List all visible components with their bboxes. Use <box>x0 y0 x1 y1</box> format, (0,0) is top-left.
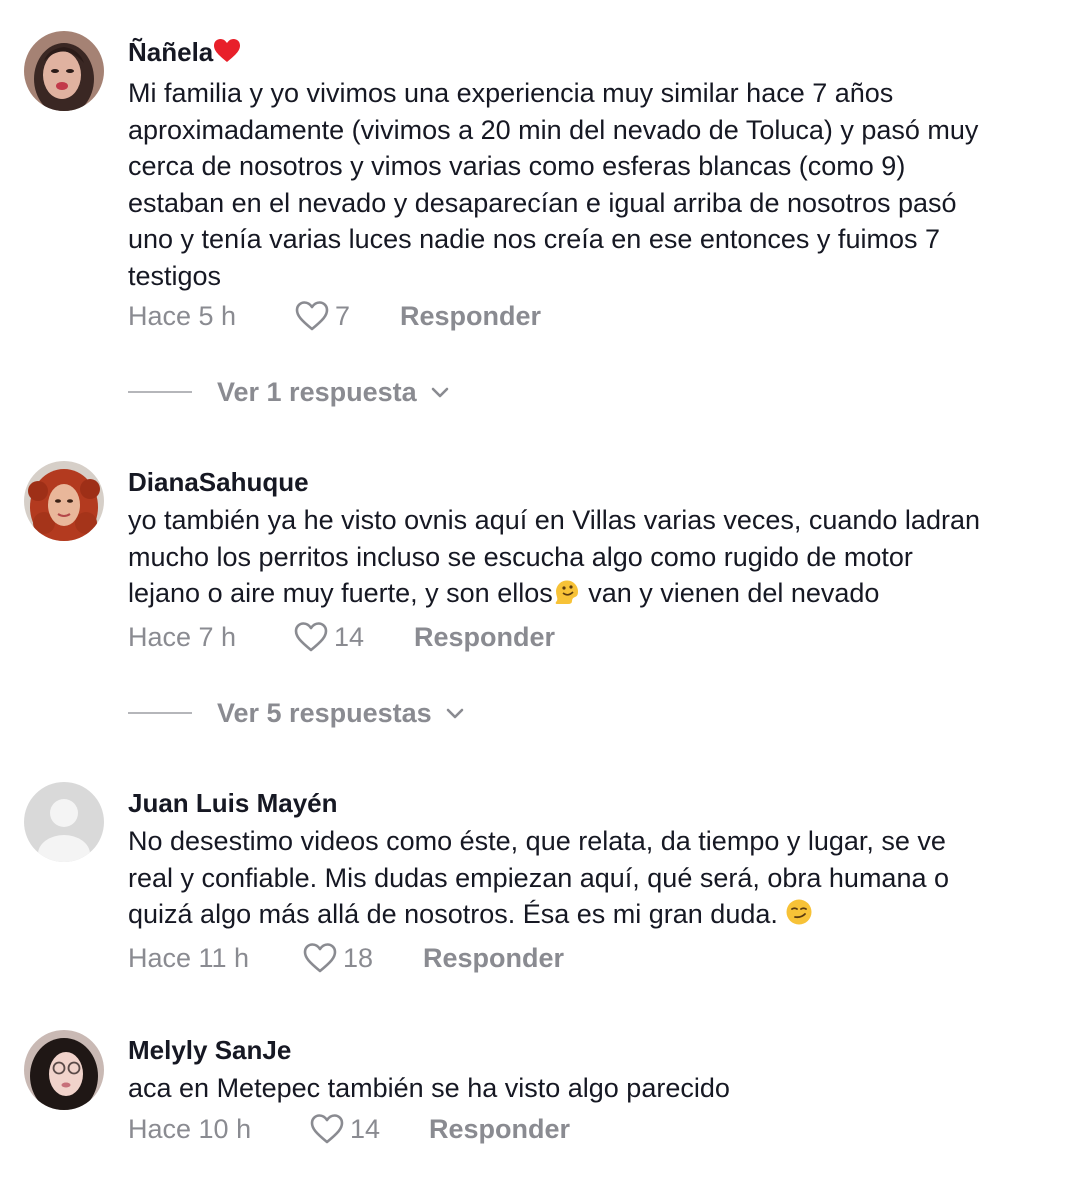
avatar[interactable] <box>24 1030 104 1110</box>
heart-outline-icon <box>303 942 337 972</box>
like-button[interactable]: 14 <box>310 1109 380 1149</box>
chevron-down-icon <box>431 387 448 398</box>
comment-username[interactable]: Ñañela <box>128 34 1058 73</box>
like-count: 14 <box>350 1113 381 1144</box>
comment-time: Hace 5 h <box>128 301 237 331</box>
comment-time: Hace 7 h <box>128 621 237 652</box>
reply-button[interactable]: Responder <box>429 1109 570 1149</box>
chevron-down-icon <box>446 708 463 719</box>
reply-button[interactable]: Responder <box>414 617 555 657</box>
divider-line <box>128 712 192 714</box>
comment-username[interactable]: Melyly SanJe <box>128 1032 1058 1068</box>
avatar-image <box>24 461 104 541</box>
avatar[interactable] <box>24 461 104 541</box>
smirking-face-emoji <box>785 898 813 936</box>
comment-meta: Hace 11 h 18 Responder <box>128 938 1058 978</box>
view-replies-button[interactable]: Ver 5 respuestas <box>128 693 466 733</box>
reply-button[interactable]: Responder <box>423 938 564 978</box>
avatar[interactable] <box>24 782 104 862</box>
like-button[interactable]: 14 <box>294 617 364 657</box>
comment-text: Mi familia y yo vivimos una experiencia … <box>128 78 979 291</box>
comment-time: Hace 10 h <box>128 1113 252 1144</box>
like-count: 14 <box>334 621 365 652</box>
comment-meta: Hace 7 h 14 Responder <box>128 617 1058 657</box>
avatar-image <box>24 31 104 111</box>
heart-outline-icon <box>294 621 328 651</box>
avatar-image <box>24 1030 104 1110</box>
view-replies-button[interactable]: Ver 1 respuesta <box>128 372 451 412</box>
comment-username[interactable]: DianaSahuque <box>128 464 1058 500</box>
avatar[interactable] <box>24 31 104 111</box>
comment-username[interactable]: Juan Luis Mayén <box>128 785 1058 821</box>
default-avatar-icon <box>24 782 104 862</box>
divider-line <box>128 391 192 393</box>
comment-time: Hace 11 h <box>128 942 250 973</box>
like-count: 7 <box>335 301 351 331</box>
comment-text: aca en Metepec también se ha visto algo … <box>128 1073 730 1103</box>
comment-meta: Hace 10 h 14 Responder <box>128 1109 1058 1149</box>
comment-meta: Hace 5 h 7 Responder <box>128 296 1058 336</box>
reply-button[interactable]: Responder <box>400 296 541 336</box>
like-button[interactable]: 7 <box>295 296 350 336</box>
heart-outline-icon <box>295 301 329 331</box>
red-heart-emoji <box>213 37 241 73</box>
melting-face-emoji <box>553 577 581 615</box>
like-count: 18 <box>343 942 374 973</box>
heart-outline-icon <box>310 1113 344 1143</box>
comment-text: yo también ya he visto ovnis aquí en Vil… <box>128 502 1058 615</box>
comment-text: No desestimo videos como éste, que relat… <box>128 823 1058 936</box>
like-button[interactable]: 18 <box>303 938 373 978</box>
